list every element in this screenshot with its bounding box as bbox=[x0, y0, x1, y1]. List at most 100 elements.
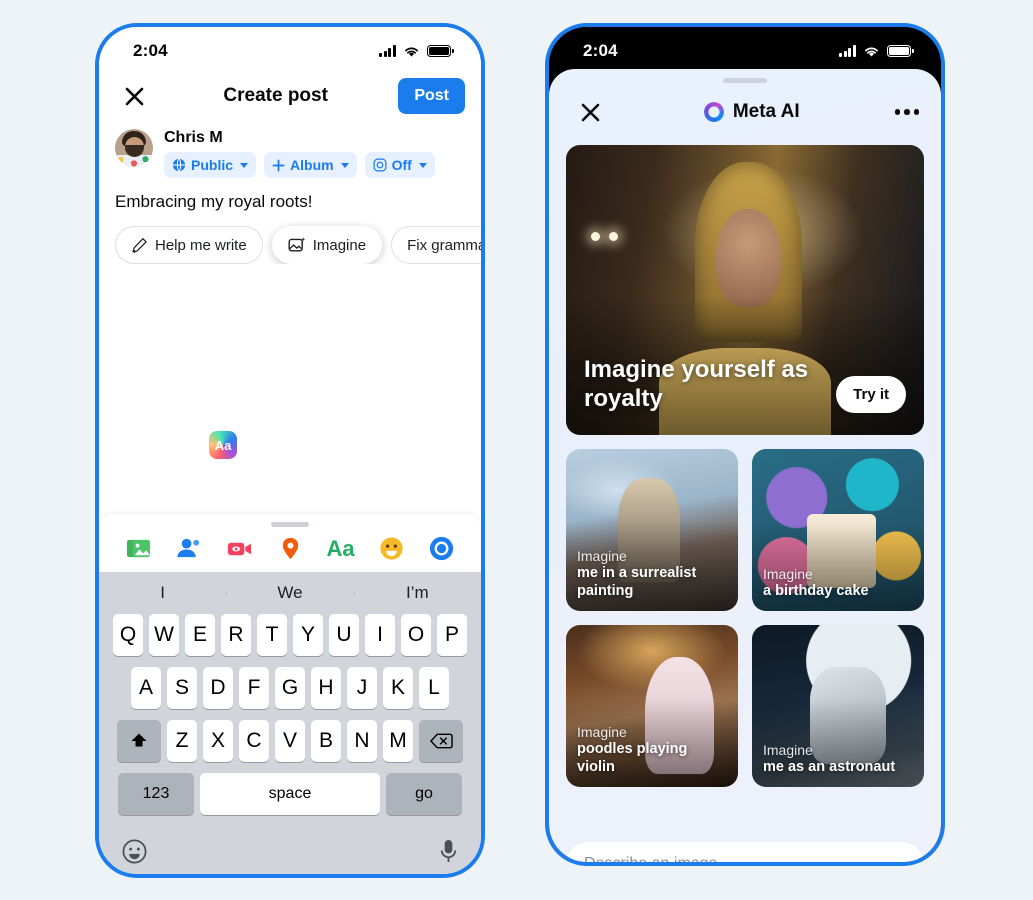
chip-label: Fix grammar bbox=[407, 236, 481, 254]
post-button[interactable]: Post bbox=[398, 78, 465, 114]
prediction-2[interactable]: I’m bbox=[353, 583, 481, 603]
key-t[interactable]: T bbox=[257, 614, 287, 656]
key-g[interactable]: G bbox=[275, 667, 305, 709]
microphone-icon[interactable] bbox=[438, 838, 459, 865]
meta-ai-title-group: Meta AI bbox=[609, 101, 895, 123]
cellular-bars-icon bbox=[379, 45, 396, 57]
key-z[interactable]: Z bbox=[167, 720, 197, 762]
audience-chip-label: Album bbox=[290, 157, 334, 173]
page-title: Create post bbox=[223, 85, 328, 106]
key-n[interactable]: N bbox=[347, 720, 377, 762]
predictive-text-bar: I We I’m bbox=[99, 572, 481, 614]
key-i[interactable]: I bbox=[365, 614, 395, 656]
camera-icon-button[interactable] bbox=[416, 535, 467, 562]
hero-card-royalty[interactable]: Imagine yourself as royalty Try it bbox=[566, 145, 924, 435]
key-m[interactable]: M bbox=[383, 720, 413, 762]
audience-chip-public[interactable]: Public bbox=[164, 152, 257, 178]
audience-chip-instagram[interactable]: Off bbox=[364, 152, 435, 178]
tile-astronaut[interactable]: Imagine me as an astronaut bbox=[752, 625, 924, 787]
key-v[interactable]: V bbox=[275, 720, 305, 762]
chip-label: Help me write bbox=[155, 236, 247, 254]
emoji-face-icon[interactable] bbox=[121, 838, 148, 865]
audience-chips: Public Album Off bbox=[164, 152, 435, 178]
background-color-picker-label: Aa bbox=[214, 437, 232, 453]
key-d[interactable]: D bbox=[203, 667, 233, 709]
post-text[interactable]: Embracing my royal roots! bbox=[99, 178, 481, 212]
tile-prompt: me as an astronaut bbox=[763, 758, 896, 775]
audience-chip-album[interactable]: Album bbox=[264, 152, 357, 178]
keyboard-row-4: 123 space go bbox=[99, 773, 481, 815]
key-f[interactable]: F bbox=[239, 667, 269, 709]
chip-imagine[interactable]: Imagine bbox=[271, 226, 383, 264]
key-s[interactable]: S bbox=[167, 667, 197, 709]
try-it-button[interactable]: Try it bbox=[836, 376, 906, 413]
key-p[interactable]: P bbox=[437, 614, 467, 656]
more-options-icon[interactable] bbox=[894, 109, 919, 115]
tile-kicker: Imagine bbox=[577, 548, 627, 565]
prediction-1[interactable]: We bbox=[226, 583, 353, 603]
hero-light-right bbox=[608, 232, 618, 241]
location-icon-button[interactable] bbox=[265, 535, 316, 562]
meta-ai-header: Meta AI bbox=[549, 83, 941, 145]
image-sparkle-icon bbox=[288, 237, 305, 252]
photo-icon-button[interactable] bbox=[113, 535, 164, 562]
close-button[interactable] bbox=[115, 77, 153, 115]
chevron-down-icon bbox=[340, 162, 349, 168]
key-w[interactable]: W bbox=[149, 614, 179, 656]
tile-kicker: Imagine bbox=[763, 741, 813, 758]
shift-key[interactable] bbox=[117, 720, 161, 762]
live-video-icon-button[interactable] bbox=[214, 535, 265, 562]
keyboard-row-2: A S D F G H J K L bbox=[99, 667, 481, 709]
text-style-icon-button[interactable]: Aa bbox=[315, 536, 366, 562]
key-o[interactable]: O bbox=[401, 614, 431, 656]
camera-icon bbox=[430, 536, 454, 561]
sheet-grabber[interactable] bbox=[271, 522, 309, 527]
page-title: Meta AI bbox=[732, 101, 800, 122]
tile-birthday-cake[interactable]: Imagine a birthday cake bbox=[752, 449, 924, 611]
emoji-icon-button[interactable] bbox=[366, 535, 417, 562]
key-y[interactable]: Y bbox=[293, 614, 323, 656]
tile-poodles-violin[interactable]: Imagine poodles playing violin bbox=[566, 625, 738, 787]
key-a[interactable]: A bbox=[131, 667, 161, 709]
space-key[interactable]: space bbox=[200, 773, 380, 815]
chevron-down-icon bbox=[240, 162, 249, 168]
key-q[interactable]: Q bbox=[113, 614, 143, 656]
close-icon bbox=[581, 103, 599, 121]
key-b[interactable]: B bbox=[311, 720, 341, 762]
key-k[interactable]: K bbox=[383, 667, 413, 709]
keyboard-row-3: Z X C V B N M bbox=[99, 720, 481, 762]
backspace-key[interactable] bbox=[419, 720, 463, 762]
wifi-icon bbox=[865, 47, 878, 56]
key-c[interactable]: C bbox=[239, 720, 269, 762]
emoji-icon bbox=[380, 537, 403, 560]
background-color-picker[interactable]: Aa bbox=[209, 431, 237, 459]
globe-icon bbox=[172, 158, 186, 172]
prediction-0[interactable]: I bbox=[99, 583, 226, 603]
key-u[interactable]: U bbox=[329, 614, 359, 656]
right-phone-frame: 2:04 Meta AI Imagine yourself as royalty… bbox=[545, 23, 945, 866]
key-x[interactable]: X bbox=[203, 720, 233, 762]
key-j[interactable]: J bbox=[347, 667, 377, 709]
instagram-icon bbox=[373, 158, 387, 172]
key-l[interactable]: L bbox=[419, 667, 449, 709]
avatar[interactable] bbox=[115, 129, 153, 167]
close-icon bbox=[125, 87, 143, 105]
composer-toolbar: Aa bbox=[99, 514, 481, 572]
plus-icon bbox=[272, 159, 285, 171]
tile-surrealist-painting[interactable]: Imagine me in a surrealist painting bbox=[566, 449, 738, 611]
chip-fix-grammar[interactable]: Fix grammar bbox=[391, 226, 481, 264]
tile-kicker: Imagine bbox=[577, 724, 627, 741]
text-style-icon: Aa bbox=[326, 535, 355, 561]
describe-image-input[interactable] bbox=[566, 842, 924, 862]
key-e[interactable]: E bbox=[185, 614, 215, 656]
return-key[interactable]: go bbox=[386, 773, 462, 815]
ai-suggestion-chips: Help me write Imagine Fix grammar I bbox=[99, 212, 481, 264]
photo-icon bbox=[126, 539, 150, 558]
numbers-key[interactable]: 123 bbox=[118, 773, 194, 815]
chip-help-me-write[interactable]: Help me write bbox=[115, 226, 263, 264]
key-r[interactable]: R bbox=[221, 614, 251, 656]
left-status-bar: 2:04 bbox=[99, 27, 481, 69]
tag-people-icon-button[interactable] bbox=[164, 535, 215, 562]
key-h[interactable]: H bbox=[311, 667, 341, 709]
close-button[interactable] bbox=[571, 93, 609, 131]
